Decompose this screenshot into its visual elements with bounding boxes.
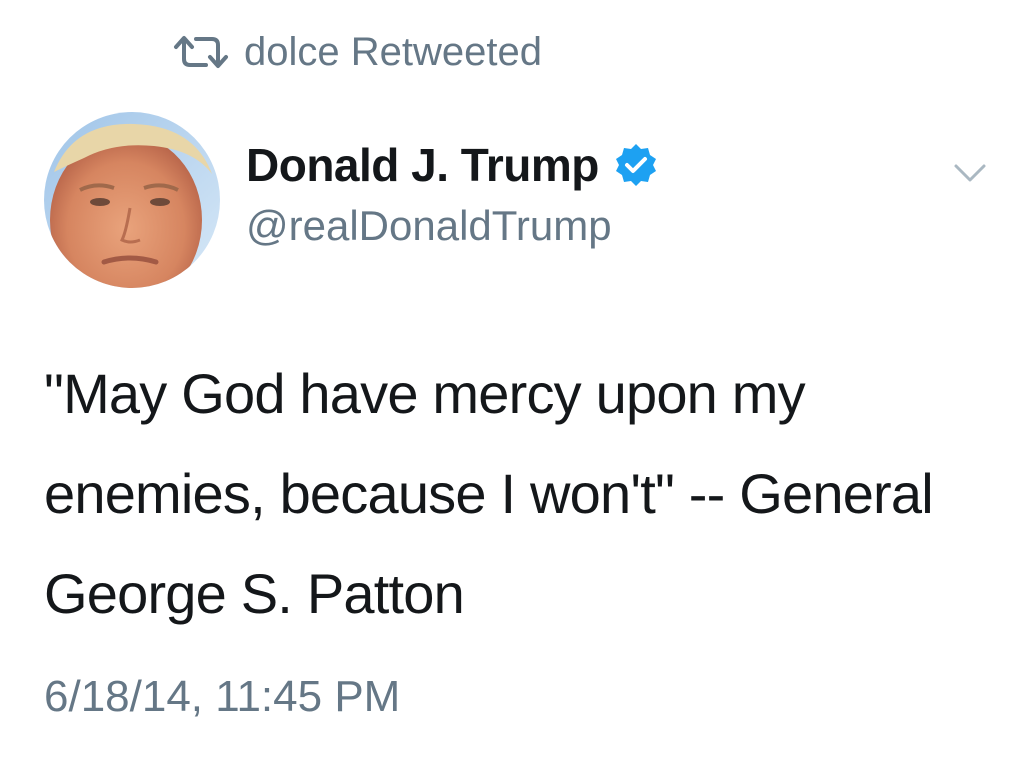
verified-badge-icon: [615, 144, 656, 186]
retweet-icon: [174, 36, 228, 68]
display-name[interactable]: Donald J. Trump: [246, 138, 599, 192]
author-name-row[interactable]: Donald J. Trump: [246, 138, 659, 192]
retweet-label: dolce Retweeted: [244, 29, 542, 74]
tweet-text: "May God have mercy upon my enemies, bec…: [44, 362, 934, 625]
avatar[interactable]: [44, 112, 220, 288]
chevron-down-icon[interactable]: [950, 158, 990, 188]
retweet-context[interactable]: dolce Retweeted: [172, 28, 542, 76]
tweet-timestamp[interactable]: 6/18/14, 11:45 PM: [44, 672, 400, 722]
profile-photo: [44, 112, 220, 288]
author-handle[interactable]: @realDonaldTrump: [246, 202, 612, 250]
